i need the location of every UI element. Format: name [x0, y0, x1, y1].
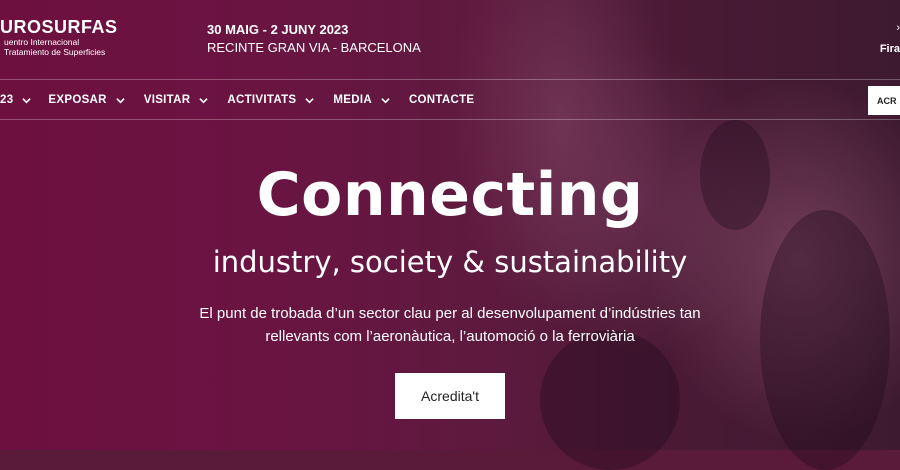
main-nav: 23 EXPOSAR VISITAR ACTIVITATS MEDIA CONT… [0, 82, 493, 118]
nav-item-exposar[interactable]: EXPOSAR [48, 94, 125, 106]
nav-item-label: VISITAR [143, 94, 191, 106]
nav-item-media[interactable]: MEDIA [333, 94, 390, 106]
logo[interactable]: UROSURFAS uentro Internacional Tratamien… [0, 17, 118, 57]
accredit-button[interactable]: Acredita't [395, 373, 505, 419]
hero: Connecting industry, society & sustainab… [0, 150, 900, 348]
hero-description-line-1: El punt de trobada d’un sector clau per … [199, 305, 701, 322]
chevron-down-icon [116, 97, 125, 103]
event-info: 30 MAIG - 2 JUNY 2023 RECINTE GRAN VIA -… [207, 21, 421, 57]
logo-subtitle-2: Tratamiento de Superficies [4, 47, 106, 57]
hero-subtitle: industry, society & sustainability [212, 245, 688, 279]
accredit-nav-button[interactable]: ACR [868, 86, 900, 115]
nav-item-contacte[interactable]: CONTACTE [409, 94, 474, 106]
chevron-down-icon [199, 97, 209, 103]
chevron-down-icon [22, 97, 32, 103]
top-bar: UROSURFAS uentro Internacional Tratamien… [0, 0, 900, 80]
nav-item-visitar[interactable]: VISITAR [144, 94, 209, 106]
chevron-down-icon [381, 97, 390, 103]
nav-item-label: CONTACTE [408, 94, 475, 106]
nav-item-label: MEDIA [333, 94, 372, 106]
hero-description-line-2: rellevants com l’aeronàutica, l’automoci… [265, 328, 635, 345]
hero-description: El punt de trobada d’un sector clau per … [0, 302, 900, 348]
logo-name: UROSURFAS [0, 17, 118, 37]
logo-subtitle-1: uentro Internacional [4, 37, 80, 47]
nav-item-activitats[interactable]: ACTIVITATS [227, 94, 315, 106]
chevron-icon[interactable]: › [896, 22, 900, 34]
divider-top [0, 79, 900, 80]
nav-item-edition[interactable]: 23 [0, 94, 32, 106]
fira-link[interactable]: Fira [880, 43, 900, 55]
divider-nav [0, 119, 900, 120]
chevron-down-icon [305, 97, 315, 103]
event-dates: 30 MAIG - 2 JUNY 2023 [207, 22, 349, 37]
nav-item-label: ACTIVITATS [227, 94, 297, 106]
event-venue: RECINTE GRAN VIA - BARCELONA [207, 40, 421, 55]
nav-item-label: 23 [0, 94, 14, 106]
hero-title: Connecting [256, 160, 644, 230]
crowd-silhouette [540, 330, 680, 470]
nav-item-label: EXPOSAR [48, 94, 107, 106]
